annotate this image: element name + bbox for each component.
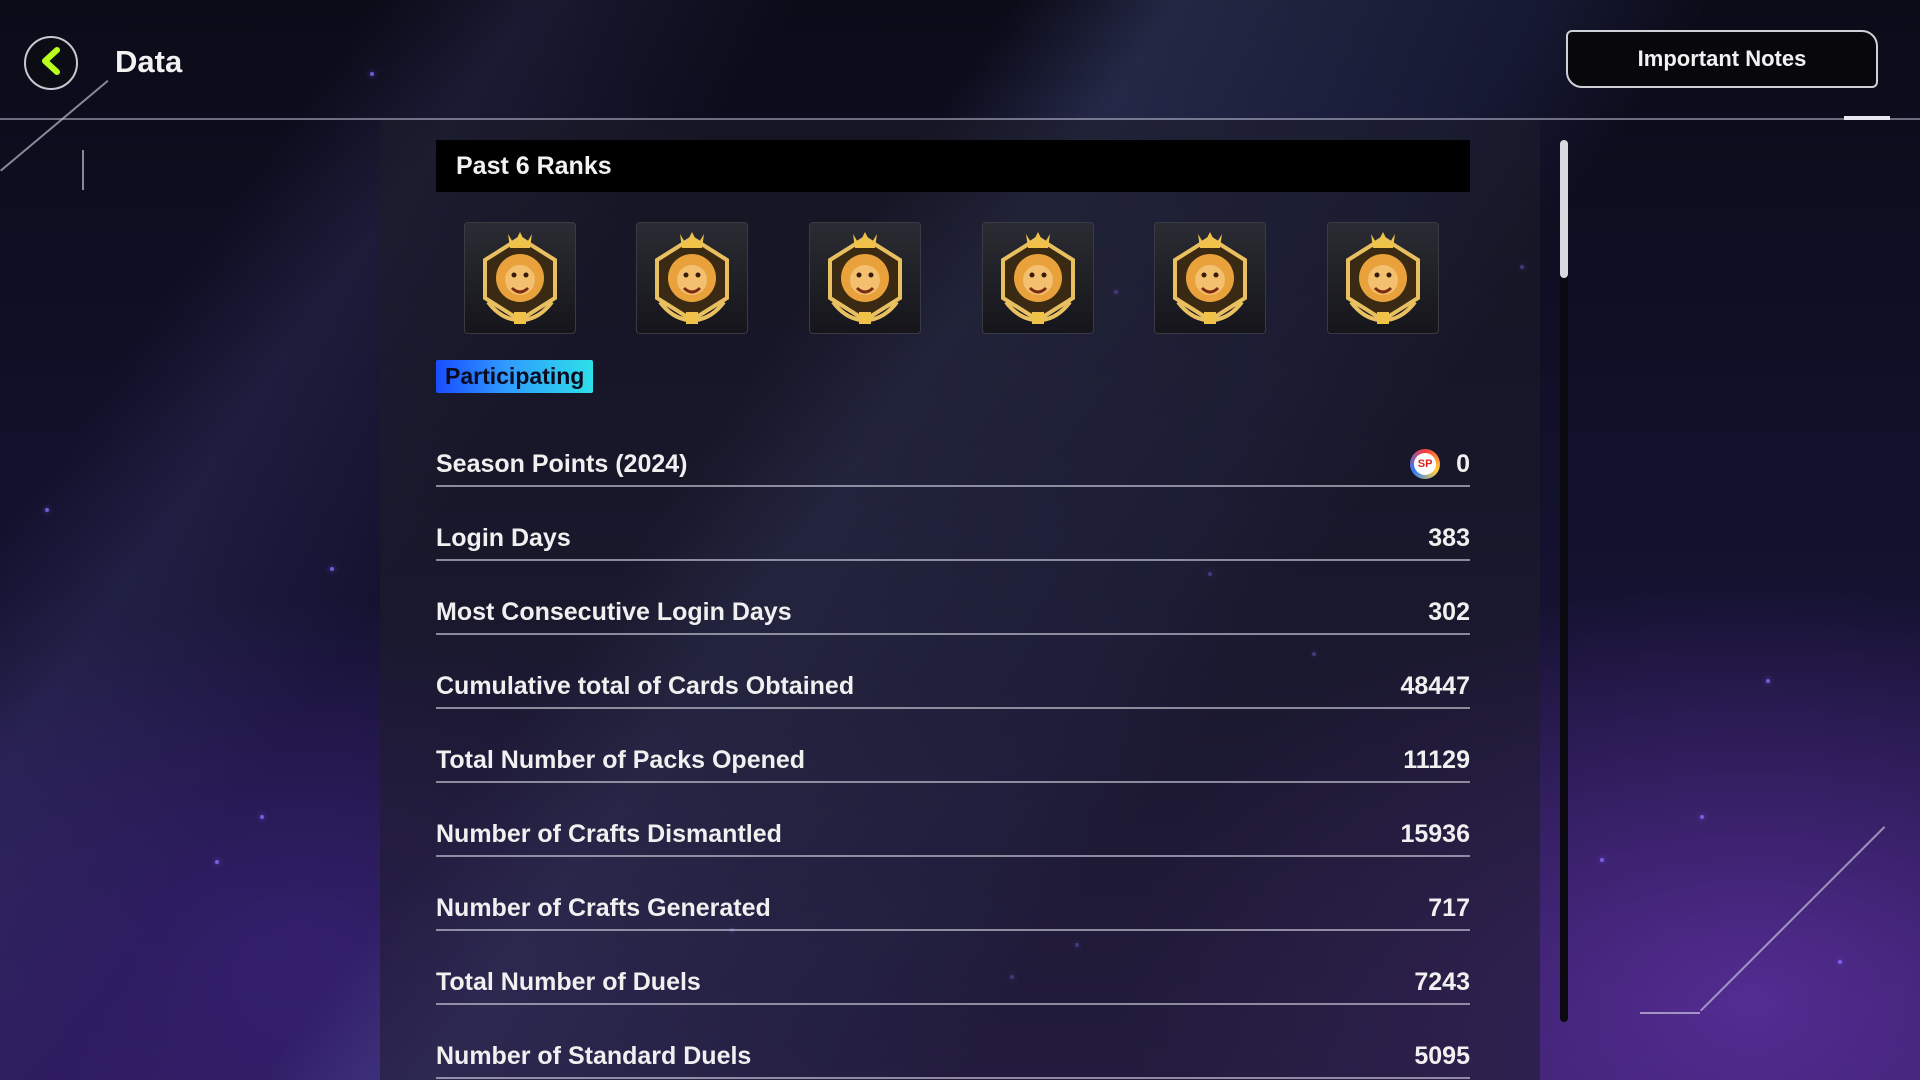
important-notes-button[interactable]: Important Notes	[1566, 30, 1878, 88]
stat-label: Cumulative total of Cards Obtained	[436, 672, 855, 700]
lion-rank-badge[interactable]	[464, 222, 576, 334]
page-title: Data	[115, 44, 183, 79]
stat-label: Number of Crafts Dismantled	[436, 820, 782, 848]
header-accent	[1844, 116, 1890, 120]
lion-rank-icon	[1001, 232, 1075, 324]
stat-list: Season Points (2024) SP 0 Login Days 383…	[436, 413, 1470, 1079]
stat-row-cards-obtained: Cumulative total of Cards Obtained 48447	[436, 635, 1470, 709]
stat-value: 15936	[1400, 820, 1470, 848]
scrollbar[interactable]	[1560, 140, 1568, 1022]
lion-rank-badge[interactable]	[1154, 222, 1266, 334]
stat-row-crafts-dismantled: Number of Crafts Dismantled 15936	[436, 783, 1470, 857]
data-panel: Past 6 Ranks Participating Season Points…	[380, 120, 1540, 1080]
lion-rank-badge[interactable]	[982, 222, 1094, 334]
stat-label: Total Number of Duels	[436, 968, 701, 996]
stat-value-text: 0	[1456, 449, 1470, 478]
stat-row-total-duels: Total Number of Duels 7243	[436, 931, 1470, 1005]
lion-rank-badge[interactable]	[1327, 222, 1439, 334]
stat-row-packs-opened: Total Number of Packs Opened 11129	[436, 709, 1470, 783]
chevron-left-icon	[38, 46, 64, 80]
stat-value: 48447	[1400, 672, 1470, 700]
stat-label: Season Points (2024)	[436, 450, 688, 478]
stat-value: 383	[1428, 524, 1470, 552]
section-header-ranks: Past 6 Ranks	[436, 140, 1470, 192]
stat-label: Total Number of Packs Opened	[436, 746, 806, 774]
lion-rank-icon	[655, 232, 729, 324]
stat-row-crafts-generated: Number of Crafts Generated 717	[436, 857, 1470, 931]
lion-rank-icon	[483, 232, 557, 324]
stat-value: 7243	[1414, 968, 1470, 996]
decorative-line	[82, 150, 84, 190]
lion-rank-icon	[1173, 232, 1247, 324]
stat-label: Number of Crafts Generated	[436, 894, 771, 922]
status-badge-participating: Participating	[436, 360, 594, 393]
stat-label: Number of Standard Duels	[436, 1042, 752, 1070]
stat-row-standard-duels: Number of Standard Duels 5095	[436, 1005, 1470, 1079]
stat-value: 302	[1428, 598, 1470, 626]
top-bar: Data Important Notes	[0, 0, 1920, 120]
lion-rank-icon	[1346, 232, 1420, 324]
lion-rank-icon	[828, 232, 902, 324]
stat-label: Login Days	[436, 524, 571, 552]
season-points-icon: SP	[1410, 449, 1441, 479]
stat-row-season-points: Season Points (2024) SP 0	[436, 413, 1470, 487]
decorative-line	[1700, 826, 1886, 1012]
back-button[interactable]	[24, 36, 78, 90]
stat-label: Most Consecutive Login Days	[436, 598, 792, 626]
data-panel-content: Past 6 Ranks Participating Season Points…	[436, 140, 1470, 1079]
scrollbar-thumb[interactable]	[1560, 140, 1568, 278]
stat-value: 5095	[1414, 1042, 1470, 1070]
rank-badge-row	[436, 222, 1470, 334]
stat-row-login-days: Login Days 383	[436, 487, 1470, 561]
decorative-line	[1640, 1012, 1700, 1014]
lion-rank-badge[interactable]	[809, 222, 921, 334]
stat-value: SP 0	[1410, 449, 1470, 479]
stat-value: 11129	[1403, 746, 1470, 774]
stat-row-consecutive-login: Most Consecutive Login Days 302	[436, 561, 1470, 635]
lion-rank-badge[interactable]	[636, 222, 748, 334]
stat-value: 717	[1428, 894, 1470, 922]
